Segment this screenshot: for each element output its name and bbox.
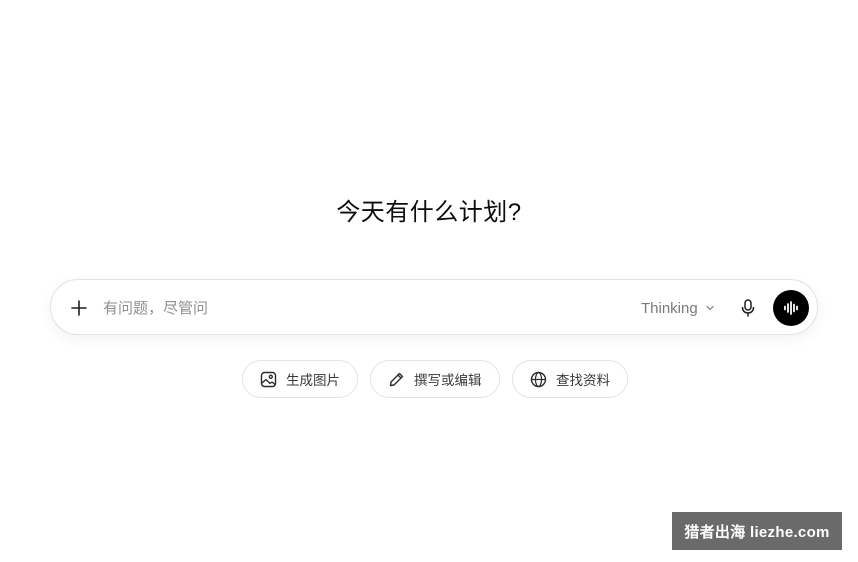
chip-label: 撰写或编辑: [414, 373, 482, 388]
model-selector-label: Thinking: [641, 299, 698, 317]
page-title: 今天有什么计划?: [336, 199, 522, 226]
image-icon: [259, 370, 277, 388]
voice-waveform-icon: [784, 301, 798, 315]
prompt-input[interactable]: [103, 295, 623, 321]
pencil-icon: [387, 370, 405, 388]
suggestion-generate-image[interactable]: 生成图片: [242, 360, 358, 398]
watermark: 猎者出海 liezhe.com: [672, 512, 842, 550]
chevron-down-icon: [706, 305, 714, 311]
globe-icon: [529, 370, 547, 388]
voice-mode-button[interactable]: [773, 290, 809, 326]
dictate-button[interactable]: [735, 295, 761, 321]
microphone-icon: [741, 299, 755, 317]
suggestion-write-or-edit[interactable]: 撰写或编辑: [370, 360, 500, 398]
chip-label: 查找资料: [556, 373, 610, 388]
plus-icon: [71, 300, 87, 316]
add-attachment-button[interactable]: [65, 294, 93, 322]
prompt-composer: Thinking: [50, 279, 818, 335]
chip-label: 生成图片: [286, 373, 340, 388]
model-selector[interactable]: Thinking: [641, 296, 716, 320]
suggestion-chips: 生成图片 撰写或编辑 查找资料: [0, 360, 858, 400]
suggestion-search[interactable]: 查找资料: [512, 360, 628, 398]
